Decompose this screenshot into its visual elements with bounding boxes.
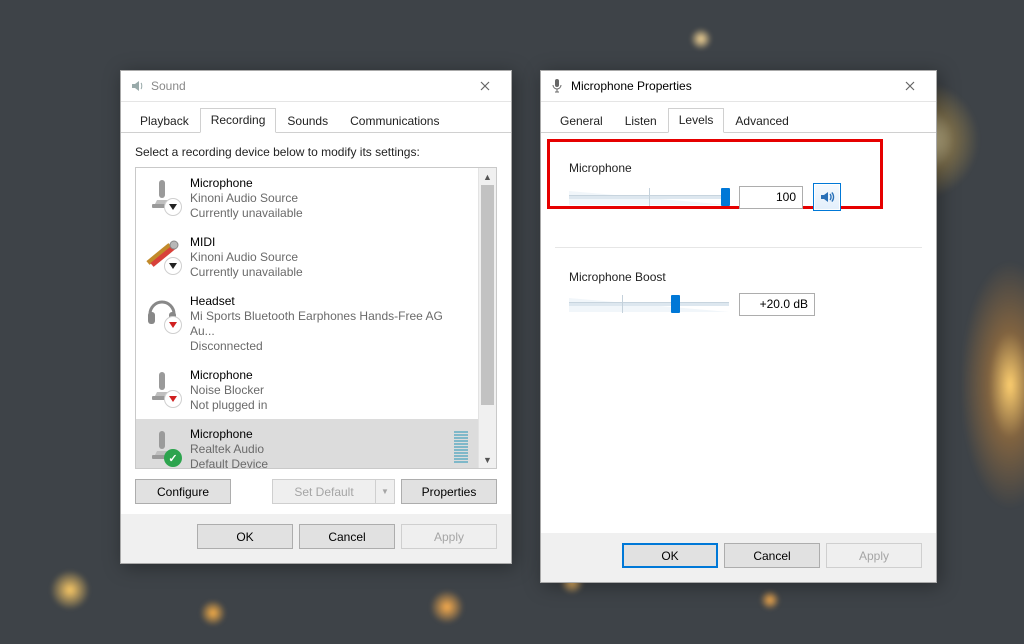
device-text: MicrophoneNoise BlockerNot plugged in [190,366,444,413]
close-icon[interactable] [892,72,928,100]
device-source: Noise Blocker [190,383,444,398]
device-text: MIDIKinoni Audio SourceCurrently unavail… [190,233,444,280]
apply-button: Apply [826,543,922,568]
slider-thumb[interactable] [671,295,680,313]
device-status: Disconnected [190,339,444,354]
device-icon [144,425,180,465]
ok-button[interactable]: OK [197,524,293,549]
status-badge [164,257,182,275]
mic-boost-label: Microphone Boost [569,270,908,284]
cancel-button[interactable]: Cancel [724,543,820,568]
device-name: MIDI [190,235,444,250]
device-icon [144,292,180,332]
set-default-dropdown-icon[interactable]: ▼ [376,479,395,504]
device-text: MicrophoneRealtek AudioDefault Device [190,425,444,468]
mic-level-slider[interactable] [569,185,729,209]
microphone-level-group: Microphone 100 [555,151,922,229]
scrollbar[interactable]: ▲ ▼ [478,168,496,468]
mic-boost-group: Microphone Boost +20.0 dB [555,256,922,334]
device-status: Default Device [190,457,444,468]
mic-title: Microphone Properties [571,79,892,93]
device-source: Realtek Audio [190,442,444,457]
sound-footer: OK Cancel Apply [121,514,511,563]
device-status: Currently unavailable [190,206,444,221]
set-default-button: Set Default [272,479,376,504]
scroll-thumb[interactable] [481,185,494,405]
divider [555,247,922,248]
device-item[interactable]: HeadsetMi Sports Bluetooth Earphones Han… [136,286,478,360]
ok-button[interactable]: OK [622,543,718,568]
device-item[interactable]: MicrophoneNoise BlockerNot plugged in [136,360,478,419]
scroll-up-icon[interactable]: ▲ [479,168,496,185]
mic-tabstrip: General Listen Levels Advanced [541,102,936,133]
tab-advanced[interactable]: Advanced [724,109,799,133]
close-icon[interactable] [467,72,503,100]
sound-title: Sound [151,79,467,93]
device-name: Microphone [190,368,444,383]
device-source: Kinoni Audio Source [190,191,444,206]
device-source: Mi Sports Bluetooth Earphones Hands-Free… [190,309,444,339]
tab-playback[interactable]: Playback [129,109,200,133]
tab-recording[interactable]: Recording [200,108,277,133]
level-meter [454,427,468,463]
cancel-button[interactable]: Cancel [299,524,395,549]
device-name: Headset [190,294,444,309]
device-item[interactable]: MicrophoneRealtek AudioDefault Device [136,419,478,468]
properties-button[interactable]: Properties [401,479,497,504]
tab-communications[interactable]: Communications [339,109,450,133]
status-badge [164,390,182,408]
status-badge [164,449,182,467]
device-status: Currently unavailable [190,265,444,280]
tab-general[interactable]: General [549,109,614,133]
mic-level-label: Microphone [569,161,908,175]
mic-titlebar[interactable]: Microphone Properties [541,71,936,102]
device-icon [144,366,180,406]
sound-window: Sound Playback Recording Sounds Communic… [120,70,512,564]
sound-action-row: Configure Set Default ▼ Properties [135,479,497,504]
mic-boost-value[interactable]: +20.0 dB [739,293,815,316]
mic-body: Microphone 100 Microphone Boost [541,133,936,533]
device-text: HeadsetMi Sports Bluetooth Earphones Han… [190,292,444,354]
device-icon [144,233,180,273]
mic-properties-window: Microphone Properties General Listen Lev… [540,70,937,583]
microphone-icon [549,78,565,94]
tab-listen[interactable]: Listen [614,109,668,133]
tab-levels[interactable]: Levels [668,108,725,133]
slider-thumb[interactable] [721,188,730,206]
scroll-down-icon[interactable]: ▼ [479,451,496,468]
apply-button: Apply [401,524,497,549]
configure-button[interactable]: Configure [135,479,231,504]
device-item[interactable]: MicrophoneKinoni Audio SourceCurrently u… [136,168,478,227]
mic-level-value[interactable]: 100 [739,186,803,209]
status-badge [164,316,182,334]
device-item[interactable]: MIDIKinoni Audio SourceCurrently unavail… [136,227,478,286]
sound-titlebar[interactable]: Sound [121,71,511,102]
mute-button[interactable] [813,183,841,211]
device-status: Not plugged in [190,398,444,413]
device-list[interactable]: MicrophoneKinoni Audio SourceCurrently u… [136,168,478,468]
sound-body: Select a recording device below to modif… [121,133,511,514]
device-icon [144,174,180,214]
device-text: MicrophoneKinoni Audio SourceCurrently u… [190,174,444,221]
device-source: Kinoni Audio Source [190,250,444,265]
mic-footer: OK Cancel Apply [541,533,936,582]
status-badge [164,198,182,216]
tab-sounds[interactable]: Sounds [276,109,339,133]
device-name: Microphone [190,427,444,442]
device-name: Microphone [190,176,444,191]
device-list-container: MicrophoneKinoni Audio SourceCurrently u… [135,167,497,469]
sound-icon [129,78,145,94]
mic-boost-slider[interactable] [569,292,729,316]
recording-instruction: Select a recording device below to modif… [135,145,497,159]
sound-tabstrip: Playback Recording Sounds Communications [121,102,511,133]
